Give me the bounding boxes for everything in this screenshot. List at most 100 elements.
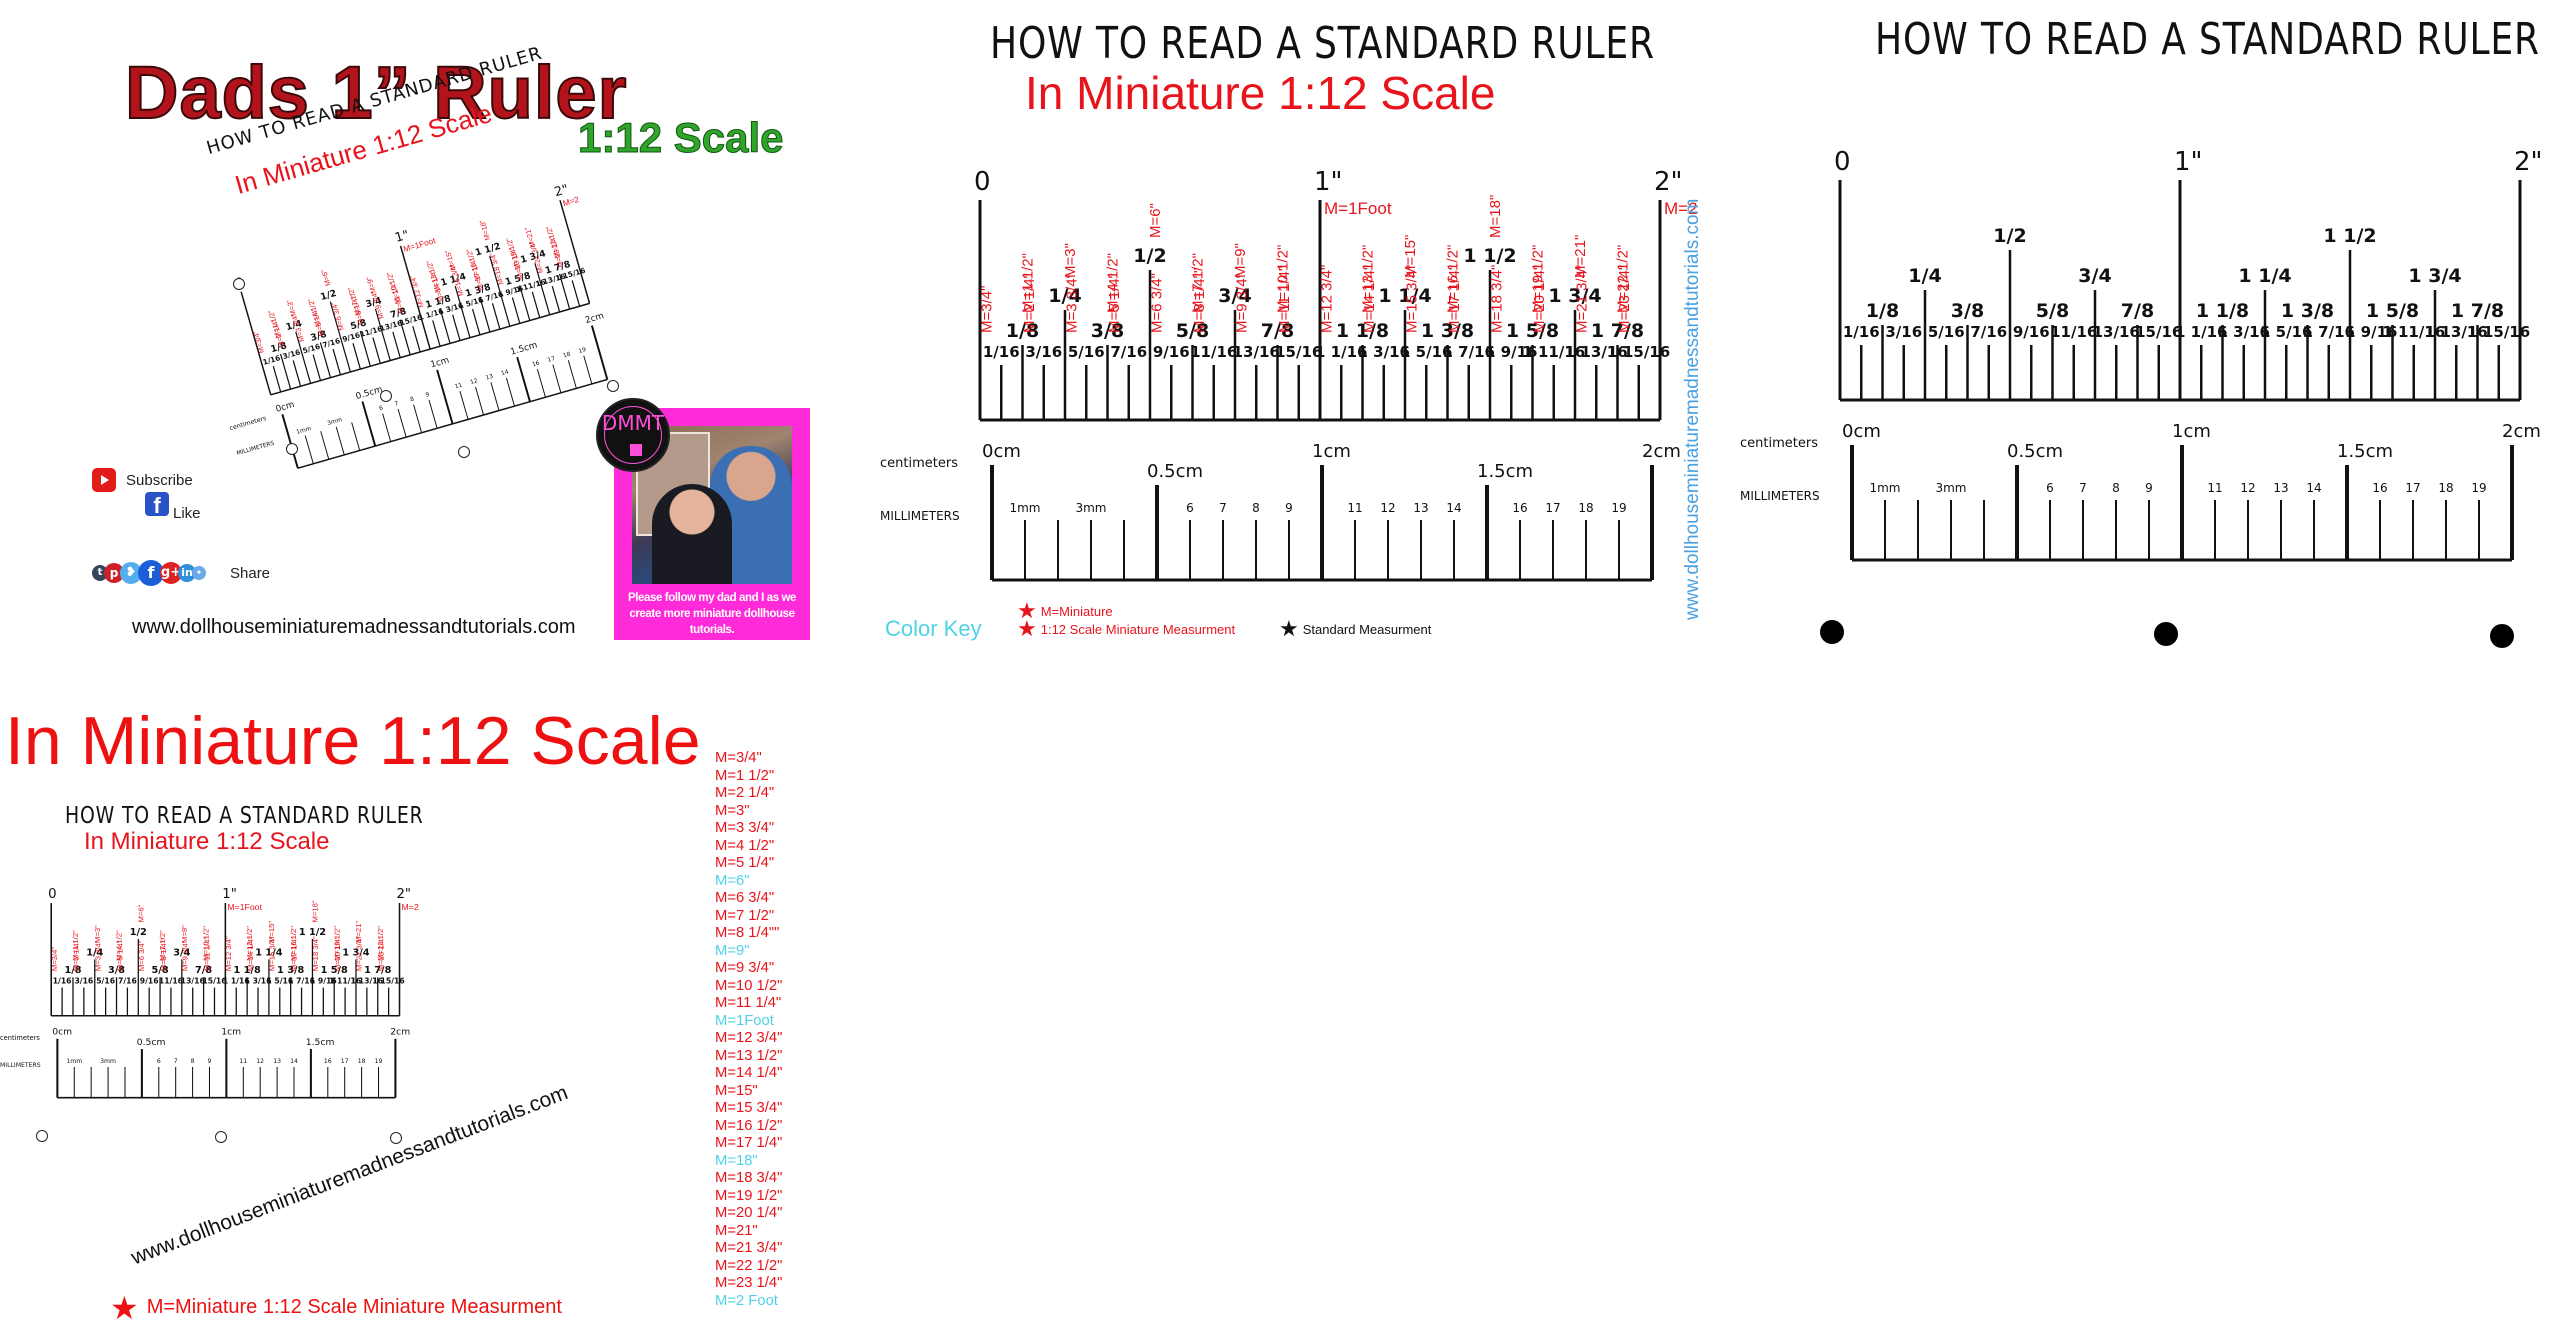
mm-label: 16 (1512, 501, 1527, 515)
mm-label: 12 (470, 378, 479, 386)
cm-label: 1.5cm (1477, 461, 1533, 482)
like-label: Like (173, 505, 201, 522)
fraction-tick (312, 354, 322, 381)
miniature-label: M=8 1/4"" (159, 938, 168, 972)
mm-label: 7 (174, 1058, 178, 1065)
fraction-label: 1 15/16 (1607, 343, 1670, 361)
miniature-label: M=21 3/4" (355, 936, 364, 971)
cm-label: 1cm (429, 356, 450, 371)
mm-tick (361, 401, 377, 447)
mm-label: 11 (239, 1058, 247, 1065)
fraction-label: 1 3/4 (2408, 265, 2461, 287)
miniature-label: M=20 1/4" (333, 936, 342, 971)
mm-label: 9 (208, 1058, 212, 1065)
cm-label: 0cm (275, 400, 296, 415)
miniature-label: M=3" (93, 925, 102, 943)
standard-ruler-heading: HOW TO READ A STANDARD RULER (1875, 14, 2540, 65)
measurement-list-item: M=17 1/4" (715, 1135, 783, 1151)
mm-label: 11 (1347, 501, 1362, 515)
punch-hole (2490, 624, 2514, 648)
website-url[interactable]: www.dollhouseminiaturemadnessandtutorial… (132, 616, 576, 639)
measurement-list-item: M=3" (715, 802, 750, 819)
mm-label: 6 (157, 1058, 161, 1065)
fraction-label: 11/16 (2050, 323, 2097, 341)
fraction-tick (272, 366, 282, 393)
rotated-ruler-thumbnail: HOW TO READ A STANDARD RULER In Miniatur… (200, 43, 620, 510)
mm-tick (474, 386, 485, 416)
mm-tick (397, 408, 407, 438)
fraction-label: 7/16 (118, 976, 137, 985)
fraction-tick (511, 297, 521, 324)
measurement-list-item: M=18 3/4" (715, 1170, 783, 1186)
mm-label: 6 (1186, 501, 1194, 515)
fraction-tick (412, 325, 421, 353)
mm-label: 8 (2112, 481, 2120, 495)
millimeters-label: MILLIMETERS (236, 441, 275, 458)
miniature-ruler-diagram: 01"M=1Foot2"M=2 Feet1/16M=3/4"1/8M=1 1/2… (880, 167, 1700, 582)
cm-label: 1cm (1312, 441, 1351, 462)
measurement-list-item: M=20 1/4" (715, 1205, 783, 1221)
miniature-label: M=6 3/4" (137, 940, 146, 971)
dmmt-logo: DMMT (596, 398, 670, 472)
share-label[interactable]: Share (230, 565, 270, 582)
mm-label: 19 (578, 347, 587, 355)
centimeters-label: centimeters (880, 456, 958, 471)
miniature-label: M=8 1/4"" (1191, 268, 1208, 333)
cm-label: 2cm (390, 1027, 410, 1038)
subscribe-link[interactable]: Subscribe (92, 468, 193, 492)
red-star-icon: ★ (110, 1289, 139, 1326)
fraction-tick (571, 280, 581, 307)
miniature-label: M=18" (1487, 195, 1504, 238)
inch-label: 0 (1834, 147, 1851, 177)
miniature-label: M=23 1/4" (377, 936, 386, 971)
fraction-label: 5/8 (2036, 300, 2069, 322)
mm-label: 8 (1252, 501, 1260, 515)
inch-miniature-label: M=1Foot (227, 902, 262, 912)
fraction-label: 1 3/8 (2281, 300, 2334, 322)
fraction-tick (332, 348, 342, 375)
fraction-label: 1/16 (53, 976, 72, 985)
miniature-label: M=17 1/4" (1446, 265, 1463, 333)
measurement-list-item: M=6" (715, 872, 750, 889)
like-link[interactable]: f Like (145, 492, 201, 522)
miniature-label: M=9 3/4" (181, 940, 190, 971)
miniature-key: ★ M=Miniature 1:12 Scale Miniature Measu… (110, 1289, 562, 1326)
punch-hole (1820, 620, 1844, 644)
cm-label: 1cm (221, 1027, 241, 1038)
miniature-label: M=18" (311, 900, 320, 922)
inch-label: 1" (2174, 147, 2203, 177)
fraction-label: 1 15/16 (373, 976, 405, 985)
miniature-label: M=11 1/4" (1276, 266, 1293, 333)
measurement-list-item: M=22 1/2" (715, 1257, 783, 1274)
fraction-label: 1 1/8 (2196, 300, 2249, 322)
mm-label: 16 (324, 1058, 332, 1065)
miniature-label: M=2 1/4" (72, 940, 81, 971)
mm-label: 18 (563, 352, 572, 360)
delicious-icon[interactable]: ✦ (192, 566, 206, 580)
mm-label: 19 (375, 1058, 383, 1065)
measurement-list-item: M=5 1/4" (715, 855, 775, 871)
measurement-list-item: M=6 3/4" (715, 890, 775, 906)
mm-label: 12 (256, 1058, 264, 1065)
fraction-label: 13/16 (2093, 323, 2140, 341)
fraction-label: 1 7/8 (2451, 300, 2504, 322)
fraction-label: 1/16 (262, 353, 282, 367)
miniature-label: M=12 3/4" (408, 274, 426, 309)
key-text: M=Miniature (1040, 603, 1113, 619)
fraction-label: 7/16 (1110, 343, 1147, 361)
measurement-list-item: M=7 1/2" (715, 907, 775, 924)
measurement-list-item: M=3/4" (715, 750, 762, 766)
house-icon (630, 444, 642, 456)
mm-tick (583, 355, 593, 385)
measurement-list-item: M=19 1/2" (715, 1187, 783, 1204)
fraction-tick (392, 331, 401, 358)
miniature-label: M=23 1/4" (547, 234, 565, 269)
mm-label: 14 (501, 369, 510, 377)
miniature-label: M=14 1/4" (246, 936, 255, 971)
fraction-label: 7/16 (1970, 323, 2007, 341)
vertical-website-url[interactable]: www.dollhouseminiaturemadnessandtutorial… (1682, 199, 1704, 620)
mm-tick (459, 391, 469, 420)
fraction-label: 1/16 (983, 343, 1020, 361)
measurement-list-item: M=23 1/4" (715, 1275, 783, 1291)
red-star-icon: ★ (1017, 616, 1037, 641)
